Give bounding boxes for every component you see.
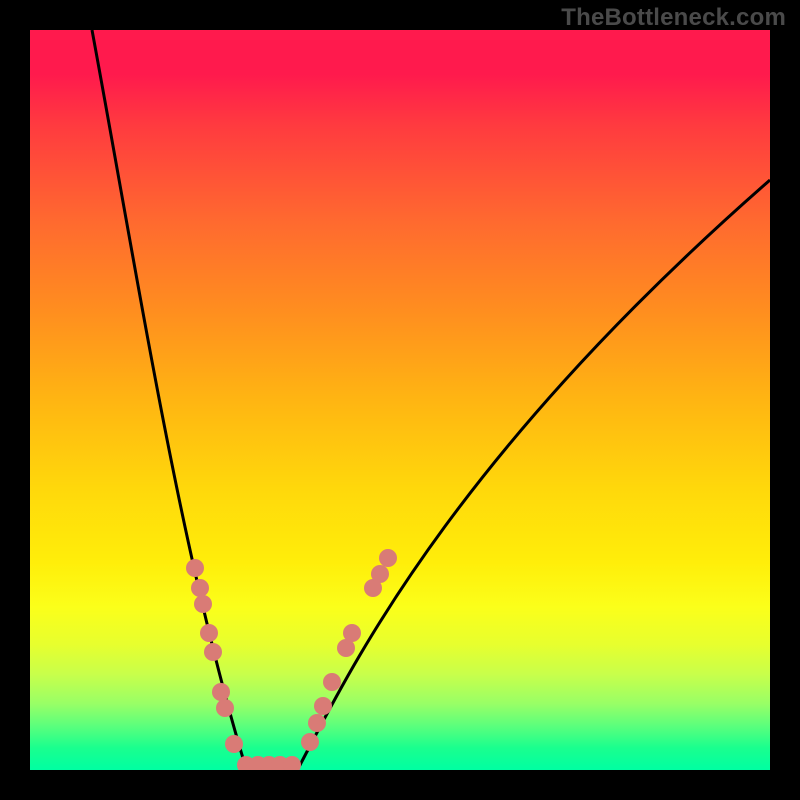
data-point [314, 697, 332, 715]
data-point [212, 683, 230, 701]
data-point [323, 673, 341, 691]
data-point [200, 624, 218, 642]
data-point [204, 643, 222, 661]
bottleneck-curve [92, 30, 770, 765]
data-point [379, 549, 397, 567]
data-point [225, 735, 243, 753]
data-point [343, 624, 361, 642]
data-point [301, 733, 319, 751]
data-point [308, 714, 326, 732]
data-point [186, 559, 204, 577]
data-points [186, 549, 397, 770]
watermark-text: TheBottleneck.com [561, 4, 786, 32]
data-point [191, 579, 209, 597]
data-point [194, 595, 212, 613]
data-point [371, 565, 389, 583]
bottleneck-plot [30, 30, 770, 770]
chart-area [30, 30, 770, 770]
data-point [216, 699, 234, 717]
